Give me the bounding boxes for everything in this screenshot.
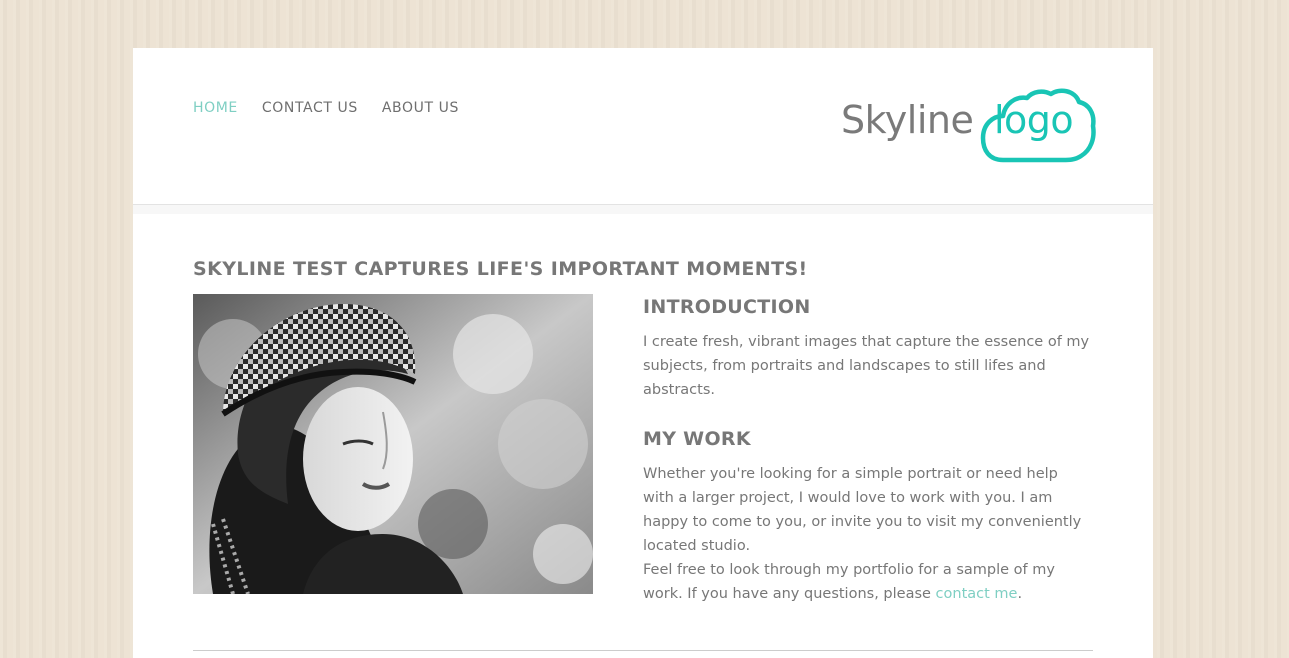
introduction-text: I create fresh, vibrant images that capt… xyxy=(643,334,1090,398)
header-divider xyxy=(133,205,1153,214)
nav-item-about-us[interactable]: ABOUT US xyxy=(382,100,459,116)
logo-text: Skyline xyxy=(841,98,974,142)
nav-item-home[interactable]: HOME xyxy=(193,100,238,116)
site-logo[interactable]: Skyline logo xyxy=(841,84,1097,168)
page-container: HOME CONTACT US ABOUT US Skyline logo SK… xyxy=(133,48,1153,658)
portfolio-text-after: . xyxy=(1017,586,1023,602)
my-work-text: Whether you're looking for a simple port… xyxy=(643,466,1082,554)
introduction-heading: INTRODUCTION xyxy=(643,296,811,318)
main-nav: HOME CONTACT US ABOUT US xyxy=(193,100,459,116)
portrait-photo xyxy=(193,294,593,594)
page-title: SKYLINE TEST CAPTURES LIFE'S IMPORTANT M… xyxy=(193,258,808,280)
my-work-heading: MY WORK xyxy=(643,428,751,450)
logo-word: logo xyxy=(994,98,1074,142)
portfolio-text: Feel free to look through my portfolio f… xyxy=(643,558,1093,606)
contact-me-link[interactable]: contact me xyxy=(936,586,1018,602)
portrait-photo-image xyxy=(193,294,593,594)
site-header: HOME CONTACT US ABOUT US Skyline logo xyxy=(133,48,1153,205)
content-divider xyxy=(193,650,1093,651)
nav-item-contact-us[interactable]: CONTACT US xyxy=(262,100,358,116)
